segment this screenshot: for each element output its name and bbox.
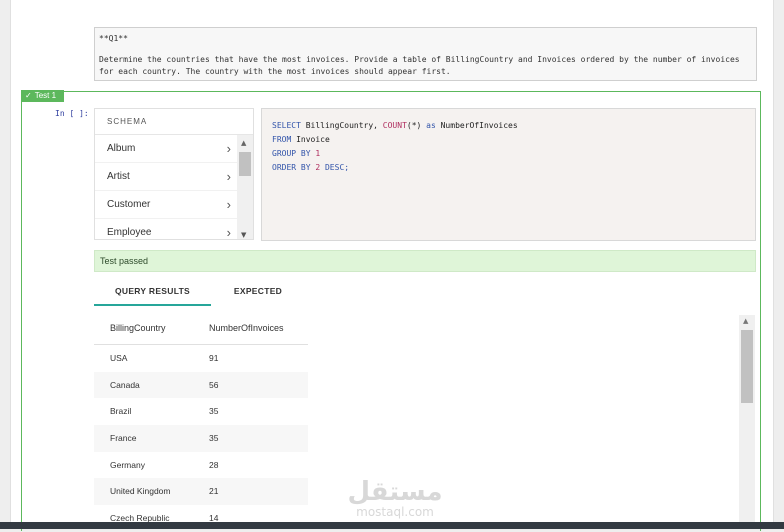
tab-query-results[interactable]: QUERY RESULTS bbox=[94, 280, 211, 306]
markdown-cell[interactable]: **Q1** Determine the countries that have… bbox=[94, 27, 757, 81]
table-cell: Brazil bbox=[110, 406, 132, 417]
question-title: **Q1** bbox=[99, 34, 128, 43]
sql-function: COUNT bbox=[382, 121, 407, 130]
sql-keyword: SELECT bbox=[272, 121, 301, 130]
table-cell: USA bbox=[110, 353, 128, 363]
sql-line-1: SELECT BillingCountry, COUNT(*) as Numbe… bbox=[272, 119, 745, 133]
sql-text: BillingCountry, bbox=[300, 121, 383, 130]
scroll-up-icon[interactable]: ▲ bbox=[241, 139, 246, 147]
input-prompt: In [ ]: bbox=[55, 109, 89, 118]
chevron-right-icon: › bbox=[226, 225, 231, 240]
results-table: BillingCountry NumberOfInvoices USA 91 Ca… bbox=[94, 314, 308, 532]
sql-text: Invoice bbox=[291, 135, 330, 144]
question-text: Determine the countries that have the mo… bbox=[99, 55, 740, 76]
sql-line-2: FROM Invoice bbox=[272, 133, 745, 147]
bottom-bar bbox=[0, 522, 784, 529]
table-cell: 28 bbox=[209, 459, 219, 470]
sql-line-3: GROUP BY 1 bbox=[272, 147, 745, 161]
sql-line-4: ORDER BY 2 DESC; bbox=[272, 161, 745, 175]
table-row: Brazil 35 bbox=[94, 398, 308, 425]
sql-keyword: DESC; bbox=[320, 163, 350, 172]
schema-item-artist[interactable]: Artist › bbox=[95, 163, 237, 191]
schema-header: SCHEMA bbox=[95, 109, 253, 135]
sql-number: 1 bbox=[310, 149, 321, 158]
test-label: ✓ Test 1 bbox=[21, 90, 64, 102]
schema-item-label: Album bbox=[107, 143, 136, 154]
table-header: BillingCountry NumberOfInvoices bbox=[94, 314, 308, 345]
table-cell: 91 bbox=[209, 353, 219, 363]
sql-keyword: as bbox=[426, 121, 436, 130]
table-cell: 21 bbox=[209, 486, 219, 497]
sql-keyword: GROUP BY bbox=[272, 149, 311, 158]
table-cell: France bbox=[110, 433, 137, 444]
table-cell: Germany bbox=[110, 459, 145, 470]
column-header-numberofinvoices: NumberOfInvoices bbox=[209, 323, 284, 333]
tab-expected[interactable]: EXPECTED bbox=[224, 280, 292, 306]
schema-item-employee[interactable]: Employee › bbox=[95, 219, 237, 240]
table-row: United Kingdom 21 bbox=[94, 478, 308, 506]
watermark-logo: مستقل mostaql.com bbox=[340, 478, 450, 518]
watermark-arabic: مستقل bbox=[347, 477, 443, 507]
table-row: Germany 28 bbox=[94, 452, 308, 479]
sql-keyword: FROM bbox=[272, 135, 292, 144]
scroll-down-icon[interactable]: ▼ bbox=[241, 231, 246, 239]
chevron-right-icon: › bbox=[226, 197, 231, 212]
table-cell: 56 bbox=[209, 379, 219, 390]
test-label-text: Test 1 bbox=[34, 91, 57, 100]
scroll-up-icon[interactable]: ▲ bbox=[743, 317, 748, 325]
table-row: France 35 bbox=[94, 425, 308, 452]
chevron-right-icon: › bbox=[226, 169, 231, 184]
sql-text: NumberOfInvoices bbox=[435, 121, 518, 130]
sql-text: (*) bbox=[406, 121, 427, 130]
table-cell: 35 bbox=[209, 433, 219, 444]
schema-item-album[interactable]: Album › bbox=[95, 135, 237, 163]
schema-item-label: Artist bbox=[107, 171, 130, 182]
table-row: USA 91 bbox=[94, 345, 308, 372]
chevron-right-icon: › bbox=[226, 141, 231, 156]
sql-keyword: ORDER BY bbox=[272, 163, 311, 172]
results-scrollbar[interactable]: ▲ bbox=[739, 315, 755, 529]
table-row: Canada 56 bbox=[94, 371, 308, 399]
schema-item-label: Customer bbox=[107, 199, 151, 210]
schema-panel: SCHEMA Album › Artist › Customer › Employee… bbox=[94, 108, 254, 240]
schema-item-label: Employee bbox=[107, 227, 152, 238]
table-cell: Canada bbox=[110, 379, 140, 390]
scrollbar-thumb[interactable] bbox=[741, 330, 753, 403]
watermark-latin: mostaql.com bbox=[356, 505, 434, 519]
schema-scrollbar[interactable]: ▲ ▼ bbox=[237, 135, 253, 239]
sql-number: 2 bbox=[310, 163, 321, 172]
sql-editor[interactable]: SELECT BillingCountry, COUNT(*) as Numbe… bbox=[261, 108, 756, 241]
check-icon: ✓ bbox=[25, 91, 32, 100]
table-cell: 35 bbox=[209, 406, 219, 417]
column-header-billingcountry: BillingCountry bbox=[110, 323, 166, 333]
table-cell: United Kingdom bbox=[110, 486, 171, 497]
scrollbar-thumb[interactable] bbox=[239, 152, 251, 176]
schema-item-customer[interactable]: Customer › bbox=[95, 191, 237, 219]
test-status-banner: Test passed bbox=[94, 250, 756, 272]
